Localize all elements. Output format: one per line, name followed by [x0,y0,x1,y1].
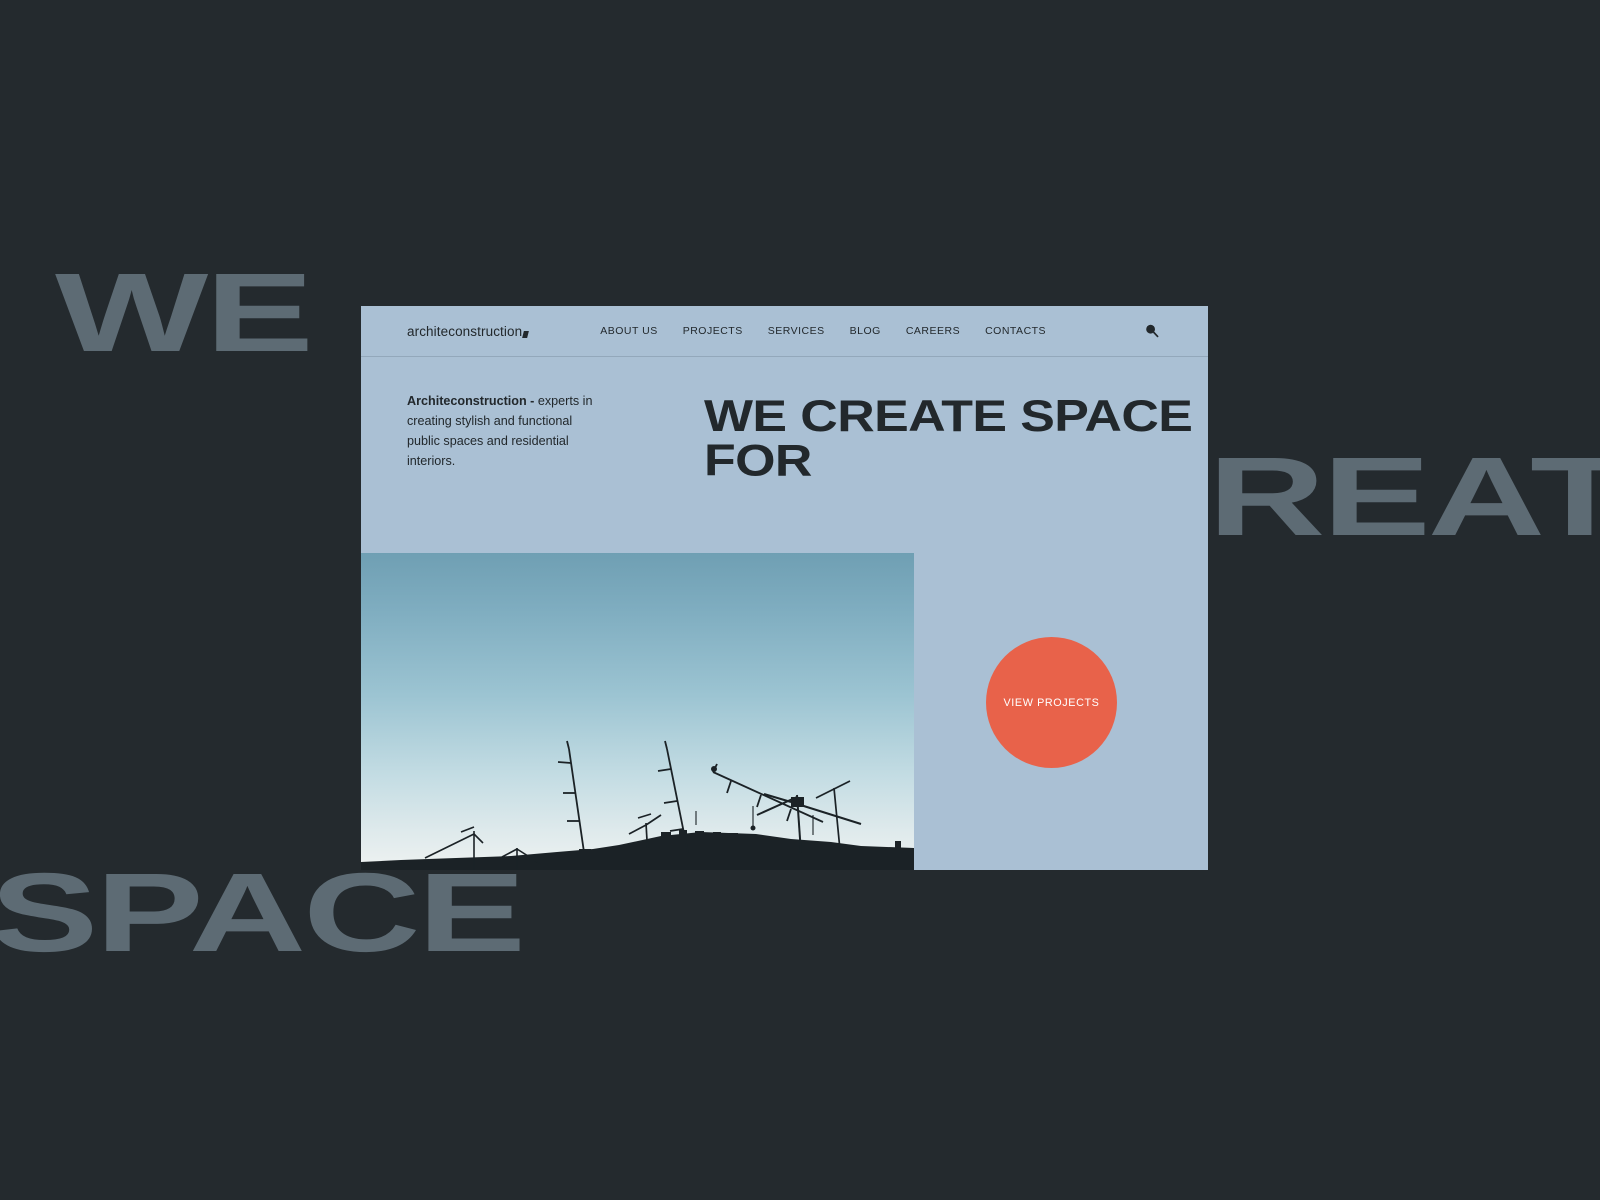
cranes-silhouette-icon [361,740,914,870]
background-word-space: SPACE [0,850,526,975]
view-projects-button[interactable]: VIEW PROJECTS [986,637,1117,768]
nav-item-about-us[interactable]: ABOUT US [600,325,657,337]
nav-item-blog[interactable]: BLOG [850,325,881,337]
browser-window: architeconstruction ABOUT US PROJECTS SE… [361,306,1208,870]
search-icon [1146,324,1159,338]
logo-text: architeconstruction [407,323,523,339]
search-button[interactable] [1142,321,1162,341]
hero-photo [361,553,914,870]
hero-headline: WE CREATE SPACE FOR [704,390,1193,486]
nav-item-careers[interactable]: CAREERS [906,325,960,337]
nav-item-projects[interactable]: PROJECTS [683,325,743,337]
lower-section: VIEW PROJECTS [361,553,1208,870]
hero-section: Architeconstruction - experts in creatin… [361,357,1208,553]
cta-area: VIEW PROJECTS [914,553,1208,870]
background-word-creat: REAT [1208,434,1600,559]
intro-lead: Architeconstruction - [407,394,535,408]
site-header: architeconstruction ABOUT US PROJECTS SE… [361,306,1208,357]
logo-mark-icon [522,330,530,338]
main-nav: ABOUT US PROJECTS SERVICES BLOG CAREERS … [600,325,1046,337]
background-word-we: WE [55,250,314,375]
nav-item-services[interactable]: SERVICES [768,325,825,337]
nav-item-contacts[interactable]: CONTACTS [985,325,1046,337]
intro-paragraph: Architeconstruction - experts in creatin… [407,392,595,553]
logo[interactable]: architeconstruction [407,323,530,339]
